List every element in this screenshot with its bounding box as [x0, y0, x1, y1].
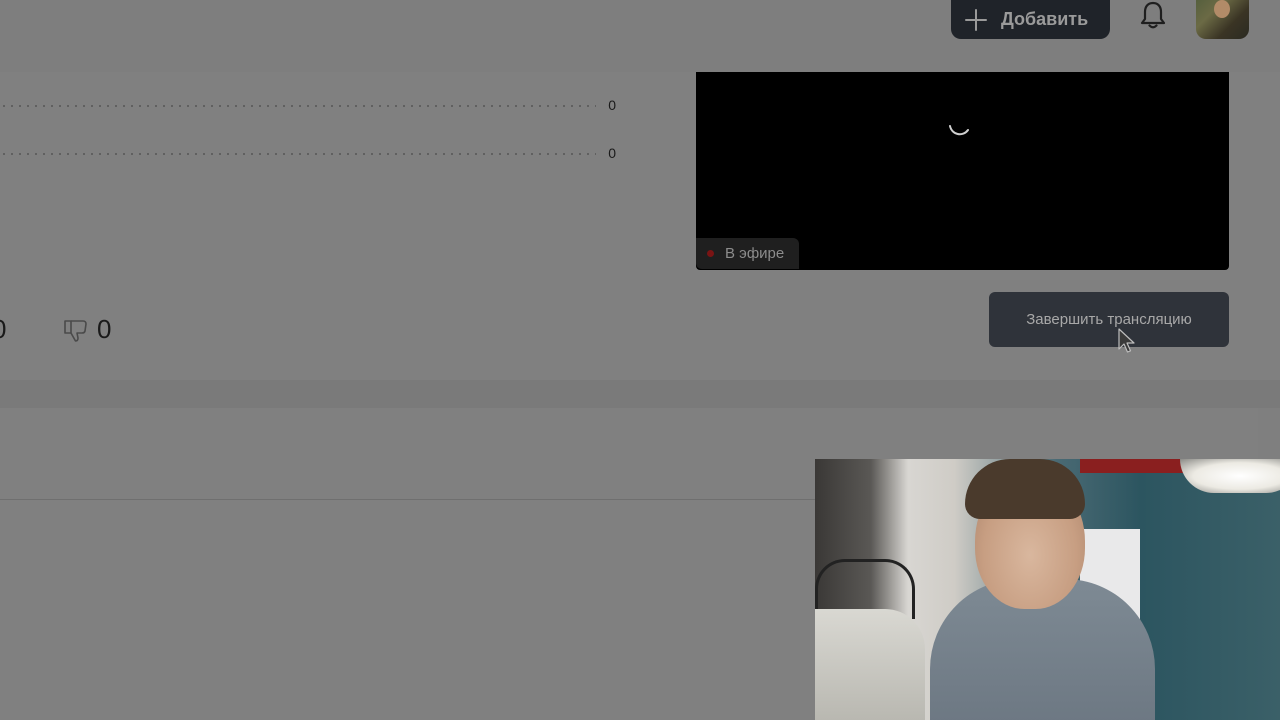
- end-stream-label: Завершить трансляцию: [1026, 311, 1192, 328]
- webcam-overlay: [815, 459, 1280, 720]
- add-button[interactable]: Добавить: [951, 0, 1110, 39]
- dislike-count: 0: [97, 314, 112, 344]
- thumbs-down-icon: [64, 319, 87, 342]
- like-count: 0: [0, 314, 6, 345]
- plus-icon: [965, 8, 987, 31]
- stat-row: 0: [0, 144, 616, 164]
- add-button-label: Добавить: [1001, 9, 1089, 29]
- webcam-lamp: [1180, 459, 1280, 493]
- webcam-person-hair: [965, 459, 1085, 519]
- live-dot-icon: [707, 250, 714, 257]
- live-badge: В эфире: [696, 238, 799, 269]
- section-separator: [0, 380, 1280, 408]
- live-label: В эфире: [725, 245, 785, 262]
- bell-icon[interactable]: [1139, 0, 1167, 30]
- user-avatar[interactable]: [1196, 0, 1249, 39]
- webcam-bed: [815, 609, 925, 720]
- mouse-cursor-icon: [1118, 328, 1135, 353]
- loading-spinner-icon: [949, 125, 969, 136]
- stat-value: 0: [608, 145, 616, 161]
- end-stream-button[interactable]: Завершить трансляцию: [989, 292, 1229, 347]
- avatar-face: [1214, 0, 1230, 18]
- top-bar: Добавить: [0, 0, 1280, 72]
- dotted-leader: [0, 105, 596, 107]
- dislike-button[interactable]: 0: [63, 314, 111, 345]
- dotted-leader: [0, 153, 596, 155]
- stat-row: 0: [0, 96, 616, 116]
- stat-value: 0: [608, 97, 616, 113]
- divider-line: [0, 499, 815, 500]
